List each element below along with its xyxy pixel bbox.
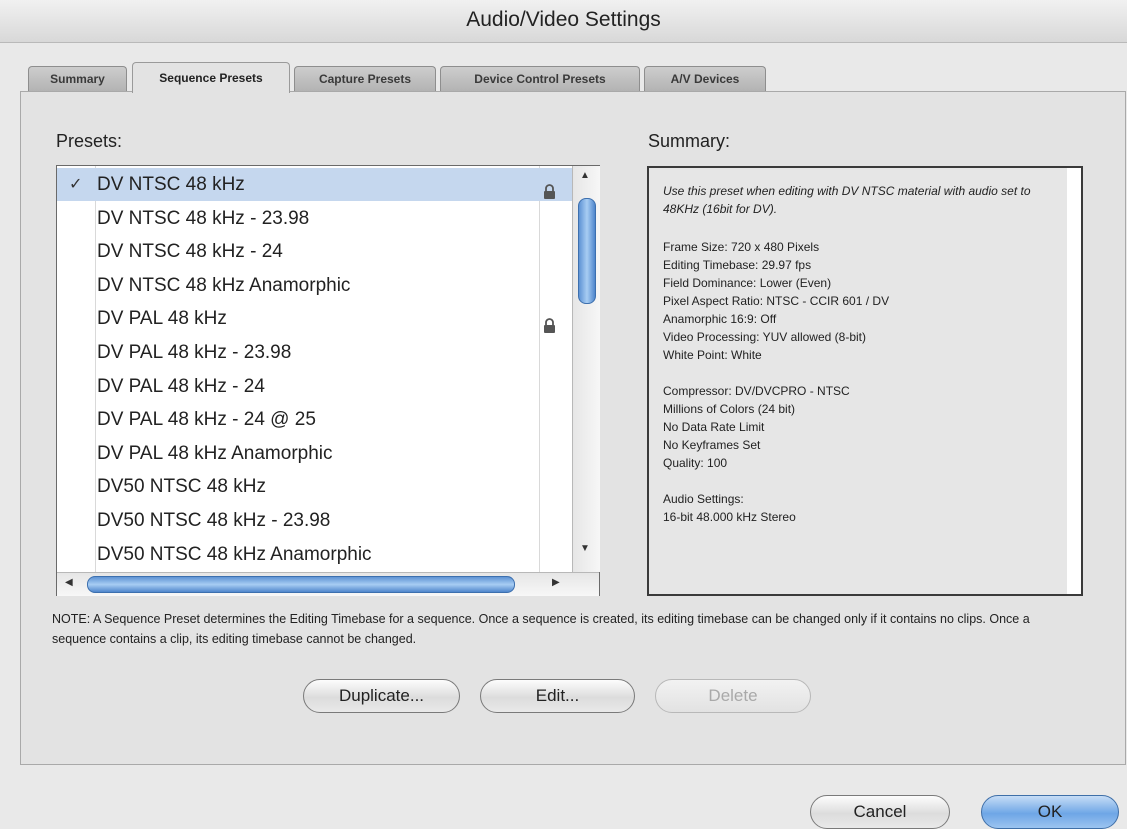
preset-row[interactable]: DV NTSC 48 kHz Anamorphic [57, 269, 572, 302]
preset-label: DV PAL 48 kHz [97, 308, 227, 330]
summary-compressor-settings: Compressor: DV/DVCPRO - NTSC Millions of … [663, 382, 1053, 472]
preset-label: DV PAL 48 kHz - 24 @ 25 [97, 409, 316, 431]
summary-text: Use this preset when editing with DV NTS… [663, 182, 1053, 544]
preset-row[interactable]: DV50 NTSC 48 kHz - 23.98 [57, 504, 572, 537]
lock-icon [543, 311, 556, 334]
preset-row[interactable]: DV PAL 48 kHz [57, 302, 572, 335]
summary-line: Millions of Colors (24 bit) [663, 402, 796, 416]
scroll-left-arrow-icon[interactable]: ◀ [65, 577, 73, 588]
tab-capture-presets[interactable]: Capture Presets [294, 66, 436, 91]
horizontal-scrollbar[interactable]: ◀ ▶ [57, 572, 599, 596]
preset-row[interactable]: DV50 NTSC 48 kHz [57, 470, 572, 503]
summary-line: No Keyframes Set [663, 438, 761, 452]
presets-label: Presets: [56, 131, 123, 151]
summary-box: Use this preset when editing with DV NTS… [647, 166, 1083, 596]
summary-line: Field Dominance: Lower (Even) [663, 276, 832, 290]
edit-button[interactable]: Edit... [480, 679, 635, 713]
summary-line: Editing Timebase: 29.97 fps [663, 258, 812, 272]
tab-av-devices[interactable]: A/V Devices [644, 66, 766, 91]
preset-label: DV50 NTSC 48 kHz [97, 476, 266, 498]
cancel-button[interactable]: Cancel [810, 795, 950, 829]
scroll-down-arrow-icon[interactable]: ▼ [580, 543, 590, 554]
duplicate-button[interactable]: Duplicate... [303, 679, 460, 713]
preset-label: DV NTSC 48 kHz Anamorphic [97, 274, 351, 296]
preset-label: DV NTSC 48 kHz - 23.98 [97, 207, 310, 229]
summary-audio-settings: Audio Settings: 16-bit 48.000 kHz Stereo [663, 490, 1053, 526]
vertical-scrollbar[interactable]: ▲ ▼ [572, 166, 600, 572]
summary-line: Pixel Aspect Ratio: NTSC - CCIR 601 / DV [663, 294, 890, 308]
summary-line: Frame Size: 720 x 480 Pixels [663, 240, 820, 254]
preset-row[interactable]: DV PAL 48 kHz - 24 @ 25 [57, 403, 572, 436]
preset-label: DV NTSC 48 kHz [97, 174, 245, 195]
horizontal-scroll-thumb[interactable] [87, 576, 515, 593]
preset-row[interactable]: DV50 NTSC 48 kHz Anamorphic [57, 538, 572, 571]
summary-line: Quality: 100 [663, 456, 728, 470]
preset-row[interactable]: DV PAL 48 kHz - 23.98 [57, 336, 572, 369]
presets-list[interactable]: ✓ DV NTSC 48 kHz DV NTSC 48 kHz - 23.98 DV … [56, 165, 600, 596]
preset-label: DV50 NTSC 48 kHz - 23.98 [97, 510, 331, 531]
presets-list-rows: ✓ DV NTSC 48 kHz DV NTSC 48 kHz - 23.98 DV … [57, 166, 572, 572]
preset-row[interactable]: DV NTSC 48 kHz - 23.98 [57, 202, 572, 235]
summary-line: No Data Rate Limit [663, 420, 765, 434]
tab-sequence-presets[interactable]: Sequence Presets [132, 62, 290, 93]
summary-line: 16-bit 48.000 kHz Stereo [663, 510, 796, 524]
summary-scroll-strip [1067, 168, 1081, 594]
tab-summary[interactable]: Summary [28, 66, 127, 91]
summary-line: Video Processing: YUV allowed (8-bit) [663, 330, 866, 344]
checkmark-icon: ✓ [69, 176, 83, 193]
note-text: NOTE: A Sequence Preset determines the E… [52, 612, 1030, 646]
scroll-up-arrow-icon[interactable]: ▲ [580, 170, 590, 181]
vertical-scroll-thumb[interactable] [578, 198, 596, 304]
preset-row[interactable]: ✓ DV NTSC 48 kHz [57, 168, 572, 201]
summary-line: White Point: White [663, 348, 762, 362]
delete-button[interactable]: Delete [655, 679, 811, 713]
summary-description: Use this preset when editing with DV NTS… [663, 184, 1031, 216]
summary-label: Summary: [648, 131, 731, 151]
summary-line: Audio Settings: [663, 492, 744, 506]
ok-button[interactable]: OK [981, 795, 1119, 829]
lock-icon [543, 177, 556, 199]
preset-row[interactable]: DV PAL 48 kHz Anamorphic [57, 437, 572, 470]
preset-row[interactable]: DV PAL 48 kHz - 24 [57, 370, 572, 403]
preset-label: DV PAL 48 kHz Anamorphic [97, 442, 333, 464]
preset-row[interactable]: DV NTSC 48 kHz - 24 [57, 235, 572, 268]
scroll-right-arrow-icon[interactable]: ▶ [552, 577, 560, 588]
preset-label: DV PAL 48 kHz - 23.98 [97, 342, 292, 363]
summary-line: Anamorphic 16:9: Off [663, 312, 777, 326]
summary-line: Compressor: DV/DVCPRO - NTSC [663, 384, 850, 398]
title-bar: Audio/Video Settings [0, 0, 1127, 43]
window-title: Audio/Video Settings [466, 8, 661, 31]
tab-device-control-presets[interactable]: Device Control Presets [440, 66, 640, 91]
summary-video-settings: Frame Size: 720 x 480 Pixels Editing Time… [663, 238, 1053, 364]
preset-label: DV50 NTSC 48 kHz Anamorphic [97, 543, 372, 565]
preset-label: DV NTSC 48 kHz - 24 [97, 241, 283, 263]
preset-label: DV PAL 48 kHz - 24 [97, 375, 265, 397]
